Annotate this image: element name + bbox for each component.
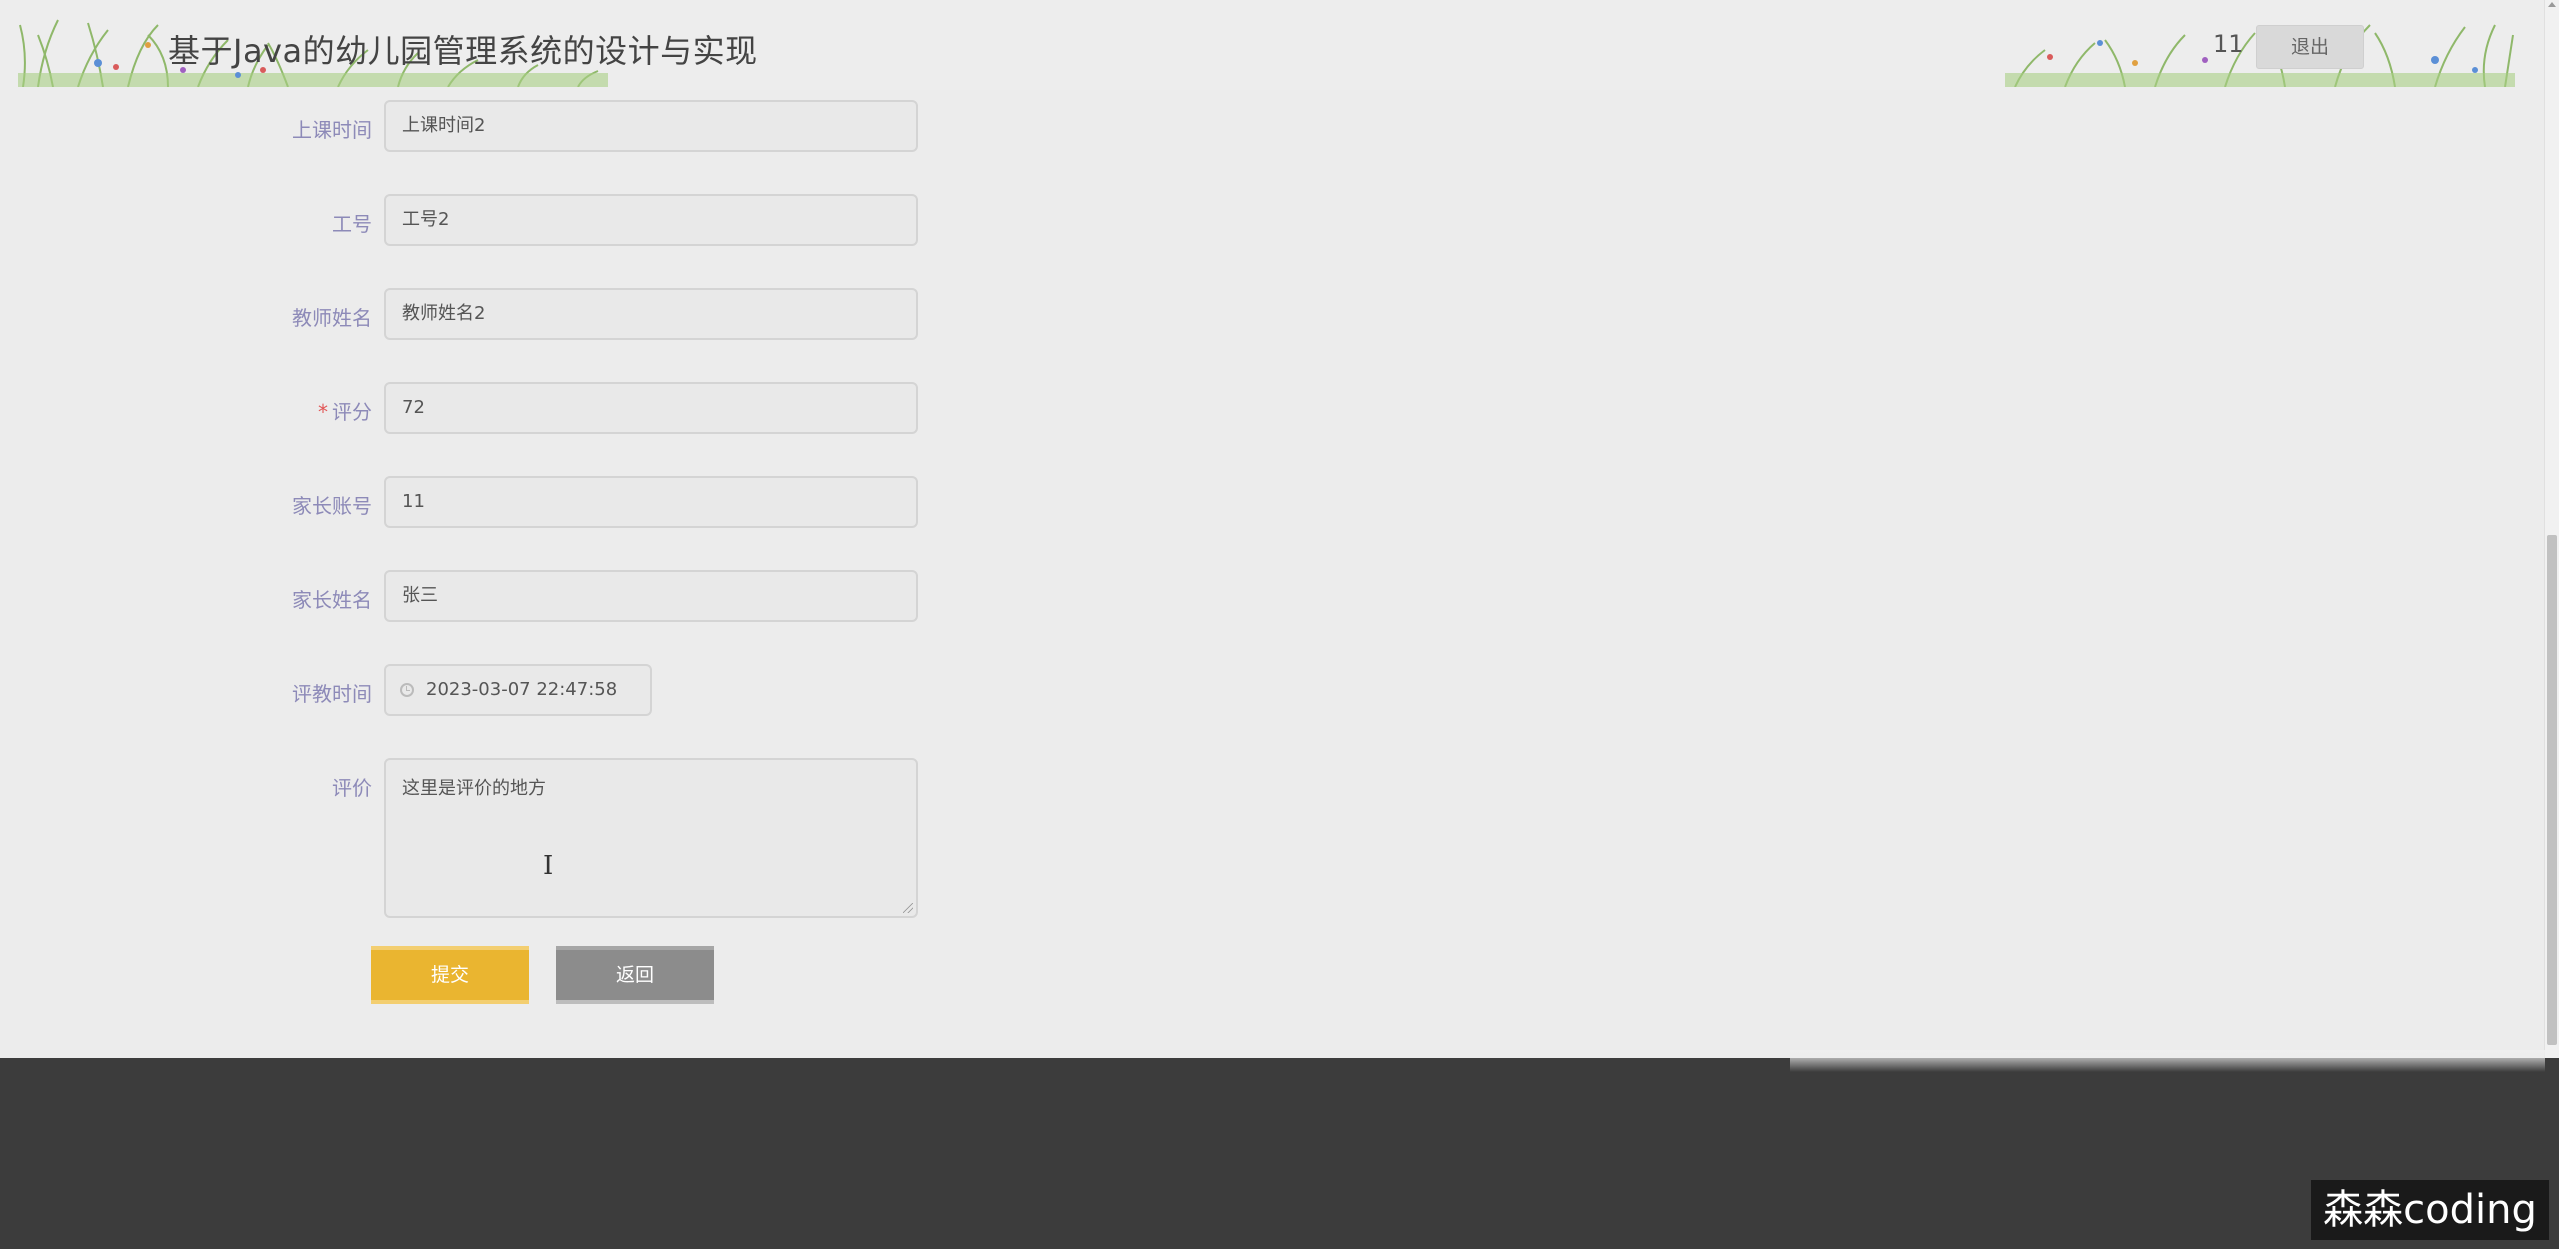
comment-text: 这里是评价的地方 — [402, 778, 546, 799]
comment-textarea[interactable]: 这里是评价的地方 — [384, 758, 918, 918]
parent-name-label: 家长姓名 — [292, 588, 372, 612]
form-row-parent-name: 家长姓名 张三 — [0, 570, 1000, 624]
comment-label: 评价 — [332, 776, 372, 800]
form-row-class-time: 上课时间 上课时间2 — [0, 100, 1000, 154]
content-area: 基于Java的幼儿园管理系统的设计与实现 11 退出 上课时间 上课时间2 工号… — [0, 0, 2545, 1058]
form-row-eval-time: 评教时间 2023-03-07 22:47:58 — [0, 664, 1000, 718]
text-cursor-icon: I — [543, 851, 554, 881]
eval-time-picker[interactable]: 2023-03-07 22:47:58 — [384, 664, 652, 716]
form-row-score: * 评分 72 — [0, 382, 1000, 436]
back-button[interactable]: 返回 — [556, 946, 714, 1004]
header: 基于Java的幼儿园管理系统的设计与实现 11 退出 — [0, 0, 2545, 90]
form-row-teacher-name: 教师姓名 教师姓名2 — [0, 288, 1000, 342]
vertical-scrollbar[interactable] — [2544, 0, 2559, 1058]
parent-name-input[interactable]: 张三 — [384, 570, 918, 622]
shadow-strip — [1790, 1050, 2545, 1072]
page: 基于Java的幼儿园管理系统的设计与实现 11 退出 上课时间 上课时间2 工号… — [0, 0, 2559, 1249]
score-input[interactable]: 72 — [384, 382, 918, 434]
logout-button[interactable]: 退出 — [2256, 25, 2364, 69]
scrollbar-thumb[interactable] — [2547, 535, 2557, 1045]
eval-time-label: 评教时间 — [292, 682, 372, 706]
parent-account-label: 家长账号 — [292, 494, 372, 518]
clock-icon — [400, 683, 414, 697]
submit-button[interactable]: 提交 — [371, 946, 529, 1004]
form-row-staff-no: 工号 工号2 — [0, 194, 1000, 248]
staff-no-input[interactable]: 工号2 — [384, 194, 918, 246]
required-mark: * — [318, 400, 328, 424]
watermark: 森森coding — [2311, 1180, 2549, 1240]
staff-no-label: 工号 — [332, 212, 372, 236]
current-username: 11 — [2213, 30, 2244, 58]
eval-time-value: 2023-03-07 22:47:58 — [426, 679, 618, 700]
teacher-name-label: 教师姓名 — [292, 306, 372, 330]
resize-handle-icon[interactable] — [903, 903, 913, 913]
scroll-up-arrow-icon[interactable] — [2548, 2, 2556, 7]
score-label-wrap: * 评分 — [318, 396, 372, 425]
class-time-input[interactable]: 上课时间2 — [384, 100, 918, 152]
teacher-name-input[interactable]: 教师姓名2 — [384, 288, 918, 340]
form-row-parent-account: 家长账号 11 — [0, 476, 1000, 530]
class-time-label: 上课时间 — [292, 118, 372, 142]
app-title: 基于Java的幼儿园管理系统的设计与实现 — [168, 32, 758, 70]
form-row-comment: 评价 这里是评价的地方 — [0, 758, 1000, 920]
score-label: 评分 — [332, 400, 372, 424]
parent-account-input[interactable]: 11 — [384, 476, 918, 528]
